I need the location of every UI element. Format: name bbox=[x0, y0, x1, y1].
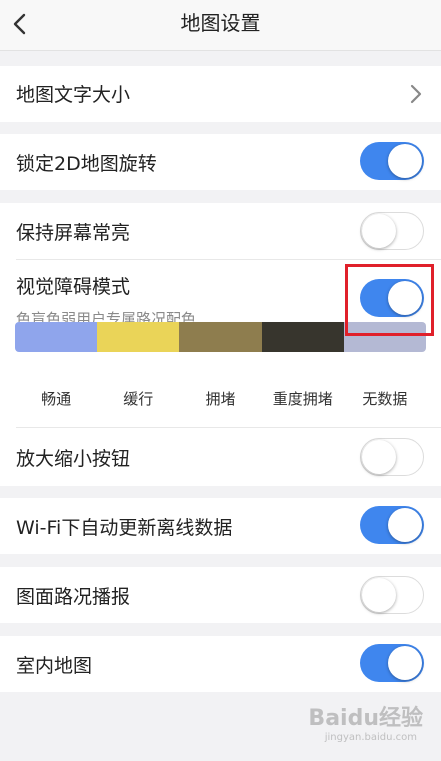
watermark-url: jingyan.baidu.com bbox=[324, 732, 417, 743]
toggle-knob bbox=[362, 213, 396, 248]
legend-swatch-slow bbox=[97, 322, 180, 352]
setting-traffic-broadcast: 图面路况播报 bbox=[0, 567, 441, 623]
keep-screen-on-toggle[interactable] bbox=[360, 212, 424, 250]
setting-map-text-size[interactable]: 地图文字大小 bbox=[0, 66, 441, 122]
annotation-highlight-box bbox=[345, 264, 434, 336]
legend-label: 重度拥堵 bbox=[272, 390, 333, 408]
traffic-broadcast-toggle[interactable] bbox=[360, 576, 424, 614]
toggle-knob bbox=[362, 577, 396, 612]
toggle-knob bbox=[362, 439, 396, 474]
legend-label: 畅通 bbox=[41, 390, 72, 408]
legend-swatch-congested bbox=[179, 322, 262, 352]
lock-2d-rotation-toggle[interactable] bbox=[360, 142, 424, 180]
setting-label: 放大缩小按钮 bbox=[16, 448, 131, 470]
indoor-map-toggle[interactable] bbox=[360, 644, 424, 682]
setting-label: Wi-Fi下自动更新离线数据 bbox=[16, 517, 233, 539]
toggle-knob bbox=[388, 508, 422, 542]
setting-keep-screen-on: 保持屏幕常亮 bbox=[0, 203, 441, 259]
setting-label: 室内地图 bbox=[16, 655, 93, 677]
setting-indoor-map: 室内地图 bbox=[0, 636, 441, 692]
zoom-buttons-toggle[interactable] bbox=[360, 438, 424, 476]
navigation-bar: 地图设置 bbox=[0, 0, 441, 51]
wifi-offline-update-toggle[interactable] bbox=[360, 506, 424, 544]
legend-swatch-heavy-congestion bbox=[261, 322, 344, 352]
watermark-logo: Baidu经验 bbox=[308, 706, 423, 731]
setting-label: 视觉障碍模式 bbox=[16, 276, 131, 298]
setting-label: 地图文字大小 bbox=[16, 84, 131, 106]
toggle-knob bbox=[388, 646, 422, 680]
legend-label: 拥堵 bbox=[205, 390, 236, 408]
setting-label: 图面路况播报 bbox=[16, 586, 131, 608]
page-title: 地图设置 bbox=[180, 11, 261, 35]
toggle-knob bbox=[388, 144, 422, 178]
legend-label: 缓行 bbox=[123, 390, 154, 408]
setting-label: 锁定2D地图旋转 bbox=[16, 153, 157, 175]
setting-label: 保持屏幕常亮 bbox=[16, 222, 131, 244]
setting-lock-2d-rotation: 锁定2D地图旋转 bbox=[0, 134, 441, 190]
legend-label: 无数据 bbox=[362, 390, 408, 408]
legend-swatch-smooth bbox=[15, 322, 98, 352]
setting-zoom-buttons: 放大缩小按钮 bbox=[0, 428, 441, 486]
traffic-legend-labels: 畅通 缓行 拥堵 重度拥堵 无数据 bbox=[15, 388, 426, 409]
setting-wifi-offline-update: Wi-Fi下自动更新离线数据 bbox=[0, 498, 441, 554]
chevron-right-icon bbox=[410, 84, 422, 104]
